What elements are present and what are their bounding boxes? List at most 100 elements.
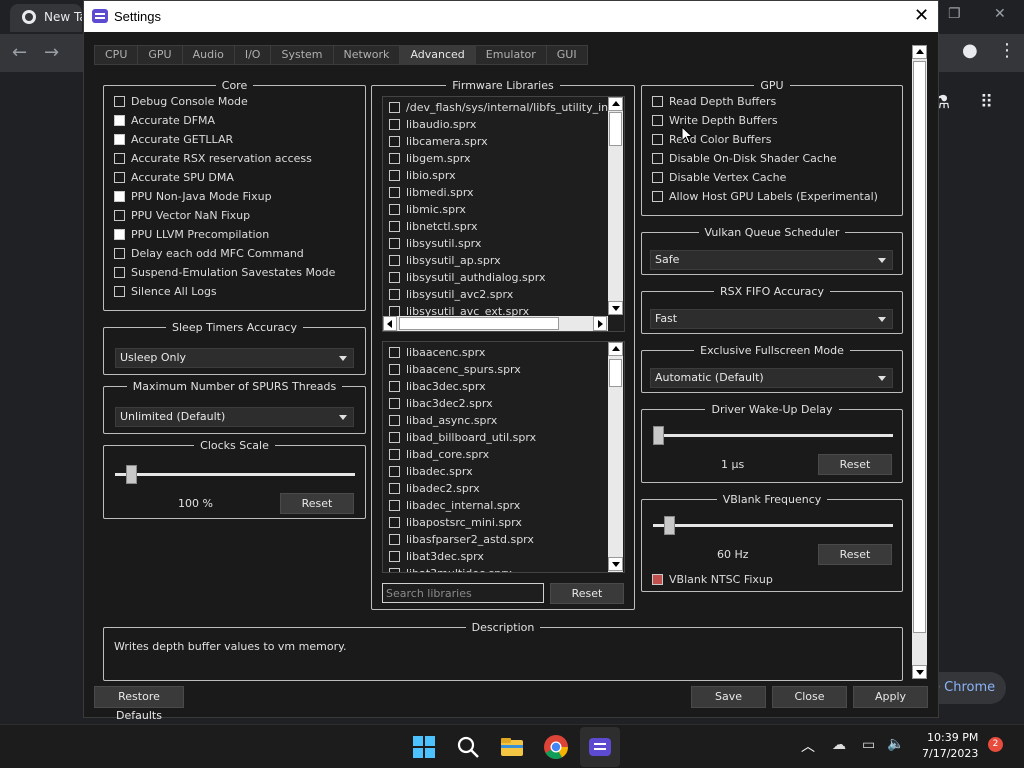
menu-kebab-icon[interactable]: ⋮ (998, 40, 1016, 61)
checkbox-box[interactable] (389, 483, 400, 494)
firmware-list-item[interactable]: libcamera.sprx (389, 133, 488, 150)
core-checkbox-5[interactable]: PPU Non-Java Mode Fixup (114, 188, 272, 204)
core-checkbox-3[interactable]: Accurate RSX reservation access (114, 150, 312, 166)
scroll-down-icon[interactable] (912, 665, 927, 679)
core-checkbox-4[interactable]: Accurate SPU DMA (114, 169, 234, 185)
scroll-thumb[interactable] (609, 112, 622, 146)
fullscreen-mode-select[interactable]: Automatic (Default) (650, 368, 893, 388)
firmware-list-item[interactable]: libsysutil_authdialog.sprx (389, 269, 545, 286)
chrome-icon[interactable] (542, 733, 570, 761)
firmware-list-item[interactable]: libaacenc_spurs.sprx (389, 361, 521, 378)
core-checkbox-9[interactable]: Suspend-Emulation Savestates Mode (114, 264, 335, 280)
checkbox-box[interactable] (389, 381, 400, 392)
save-button[interactable]: Save (691, 686, 766, 708)
checkbox-box[interactable] (389, 119, 400, 130)
tab-network[interactable]: Network (332, 45, 401, 65)
checkbox-box[interactable] (389, 449, 400, 460)
checkbox-box[interactable] (114, 247, 125, 259)
checkbox-box[interactable] (389, 534, 400, 545)
firmware-list-item[interactable]: libapostsrc_mini.sprx (389, 514, 522, 531)
core-checkbox-8[interactable]: Delay each odd MFC Command (114, 245, 304, 261)
apps-grid-icon[interactable]: ⠿ (980, 92, 993, 113)
firmware-list-item[interactable]: libaudio.sprx (389, 116, 476, 133)
clock-time[interactable]: 10:39 PM (927, 731, 978, 744)
maximize-icon[interactable]: ❐ (948, 6, 961, 22)
firmware-list-item[interactable]: libaacenc.sprx (389, 344, 485, 361)
checkbox-box[interactable] (114, 95, 125, 107)
firmware-list-item[interactable]: libat3dec.sprx (389, 548, 484, 565)
checkbox-box[interactable] (389, 153, 400, 164)
apply-button[interactable]: Apply (853, 686, 928, 708)
checkbox-box[interactable] (389, 415, 400, 426)
vblank-frequency-reset-button[interactable]: Reset (818, 544, 892, 565)
firmware-list-item[interactable]: libnetctl.sprx (389, 218, 478, 235)
tab-advanced[interactable]: Advanced (399, 45, 476, 65)
hscroll-thumb[interactable] (399, 317, 559, 330)
checkbox-box[interactable] (114, 152, 125, 164)
checkbox-box[interactable] (389, 568, 400, 572)
tab-gui[interactable]: GUI (545, 45, 588, 65)
firmware-list-item[interactable]: libad_core.sprx (389, 446, 489, 463)
checkbox-box[interactable] (389, 398, 400, 409)
display-icon[interactable]: ▭ (862, 737, 875, 753)
clocks-scale-reset-button[interactable]: Reset (280, 493, 354, 514)
scroll-up-icon[interactable] (608, 97, 623, 111)
checkbox-box[interactable] (389, 551, 400, 562)
firmware-reset-button[interactable]: Reset (550, 583, 624, 604)
checkbox-box[interactable] (389, 255, 400, 266)
checkbox-box[interactable] (114, 190, 125, 202)
driver-wakeup-reset-button[interactable]: Reset (818, 454, 892, 475)
close-button[interactable]: Close (772, 686, 847, 708)
scroll-right-icon[interactable] (593, 316, 607, 331)
firmware-list-item[interactable]: libadec.sprx (389, 463, 473, 480)
checkbox-box[interactable] (389, 221, 400, 232)
rsx-fifo-select[interactable]: Fast (650, 309, 893, 329)
checkbox-box[interactable] (114, 114, 125, 126)
firmware-list-item[interactable]: libsysutil.sprx (389, 235, 481, 252)
rpcs3-taskbar-button[interactable] (580, 727, 620, 767)
firmware-list-secondary[interactable]: libaacenc.sprx libaacenc_spurs.sprx libac3… (382, 341, 625, 573)
search-icon[interactable] (454, 733, 482, 761)
tab-gpu[interactable]: GPU (137, 45, 183, 65)
checkbox-box[interactable] (389, 500, 400, 511)
browser-close-icon[interactable]: ✕ (994, 6, 1006, 22)
core-checkbox-0[interactable]: Debug Console Mode (114, 93, 248, 109)
checkbox-box[interactable] (652, 573, 663, 585)
checkbox-box[interactable] (389, 364, 400, 375)
checkbox-box[interactable] (389, 289, 400, 300)
checkbox-box[interactable] (652, 95, 663, 107)
checkbox-box[interactable] (114, 285, 125, 297)
checkbox-box[interactable] (114, 171, 125, 183)
firmware-list2-vscroll[interactable] (608, 342, 623, 572)
core-checkbox-1[interactable]: Accurate DFMA (114, 112, 215, 128)
back-arrow-icon[interactable]: ← (12, 42, 27, 63)
vblank-frequency-slider-handle[interactable] (664, 516, 676, 535)
browser-tab[interactable]: New Ta (10, 4, 82, 32)
tab-audio[interactable]: Audio (181, 45, 235, 65)
core-checkbox-2[interactable]: Accurate GETLLAR (114, 131, 233, 147)
checkbox-box[interactable] (389, 347, 400, 358)
checkbox-box[interactable] (389, 272, 400, 283)
chevron-up-icon[interactable]: ︿ (801, 736, 815, 756)
firmware-list-primary[interactable]: /dev_flash/sys/internal/libfs_utility_in… (382, 96, 625, 332)
checkbox-box[interactable] (652, 152, 663, 164)
spurs-threads-select[interactable]: Unlimited (Default) (115, 407, 354, 427)
checkbox-box[interactable] (389, 187, 400, 198)
core-checkbox-6[interactable]: PPU Vector NaN Fixup (114, 207, 250, 223)
network-offline-icon[interactable]: ☁ (832, 737, 846, 753)
sleep-timers-select[interactable]: Usleep Only (115, 348, 354, 368)
checkbox-box[interactable] (389, 432, 400, 443)
firmware-list-item[interactable]: libsysutil_ap.sprx (389, 252, 501, 269)
firmware-list-vscroll[interactable] (608, 97, 623, 315)
firmware-list-item[interactable]: libad_async.sprx (389, 412, 497, 429)
checkbox-box[interactable] (114, 228, 125, 240)
clocks-scale-slider-handle[interactable] (126, 465, 138, 484)
tab-i-o[interactable]: I/O (233, 45, 272, 65)
firmware-list-item[interactable]: libasfparser2_astd.sprx (389, 531, 534, 548)
firmware-list-item[interactable]: libmedi.sprx (389, 184, 474, 201)
checkbox-box[interactable] (389, 466, 400, 477)
settings-page-vscroll[interactable] (912, 45, 927, 679)
gpu-checkbox-4[interactable]: Disable Vertex Cache (652, 169, 786, 185)
firmware-list-item[interactable]: libgem.sprx (389, 150, 471, 167)
checkbox-box[interactable] (389, 170, 400, 181)
